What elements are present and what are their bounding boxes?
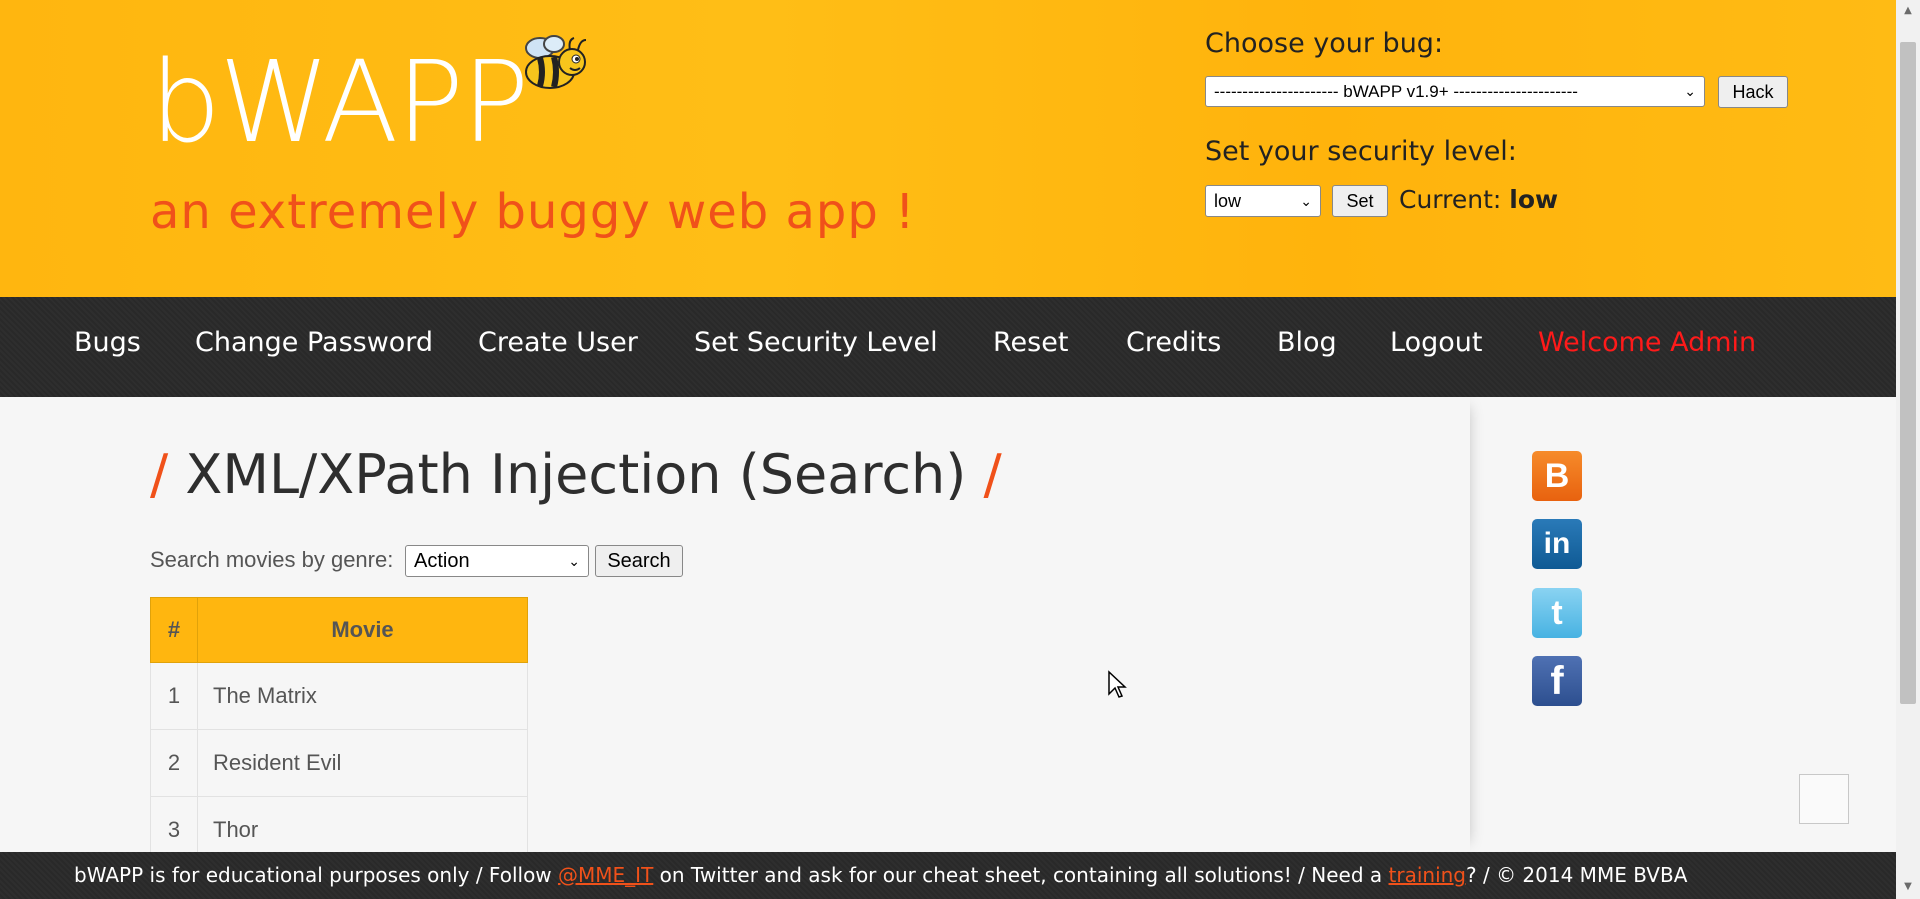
current-label: Current: xyxy=(1399,185,1502,214)
linkedin-icon[interactable]: in xyxy=(1532,519,1582,569)
set-button[interactable]: Set xyxy=(1332,185,1388,217)
chevron-down-icon: ⌄ xyxy=(1684,83,1696,99)
twitter-link[interactable]: @MME_IT xyxy=(558,863,653,887)
bug-select[interactable]: ---------------------- bWAPP v1.9+ -----… xyxy=(1205,76,1705,107)
footer-part1: bWAPP is for educational purposes only /… xyxy=(74,863,559,887)
genre-select-value: Action xyxy=(414,549,470,572)
page-title-text: XML/XPath Injection (Search) xyxy=(185,443,967,506)
chevron-down-icon: ⌄ xyxy=(568,552,580,569)
choose-bug-label: Choose your bug: xyxy=(1205,28,1444,59)
main-nav: Bugs Change Password Create User Set Sec… xyxy=(0,297,1896,397)
nav-create-user[interactable]: Create User xyxy=(478,327,638,358)
scrollbar-thumb[interactable] xyxy=(1900,42,1916,704)
row-movie: Resident Evil xyxy=(197,729,528,797)
title-slash-right: / xyxy=(983,443,1002,506)
nav-credits[interactable]: Credits xyxy=(1126,327,1221,358)
chevron-down-icon: ⌄ xyxy=(1300,192,1312,209)
facebook-icon[interactable]: f xyxy=(1532,656,1582,706)
search-button[interactable]: Search xyxy=(595,545,683,577)
nav-change-password[interactable]: Change Password xyxy=(195,327,433,358)
movie-table: # Movie 1 The Matrix 2 Resident Evil 3 T… xyxy=(150,597,528,864)
table-row: 2 Resident Evil xyxy=(150,729,528,797)
nav-set-security-level[interactable]: Set Security Level xyxy=(694,327,938,358)
twitter-icon[interactable]: t xyxy=(1532,588,1582,638)
page-title: / XML/XPath Injection (Search) / xyxy=(150,443,1002,506)
nav-logout[interactable]: Logout xyxy=(1390,327,1482,358)
vertical-scrollbar[interactable]: ▲ ▼ xyxy=(1896,0,1920,899)
nav-blog[interactable]: Blog xyxy=(1277,327,1337,358)
security-select-value: low xyxy=(1214,190,1242,211)
security-level-select[interactable]: low ⌄ xyxy=(1205,185,1321,217)
bug-select-value: ---------------------- bWAPP v1.9+ -----… xyxy=(1214,81,1578,101)
nav-bugs[interactable]: Bugs xyxy=(74,327,141,358)
broken-image-icon[interactable] xyxy=(1799,774,1849,824)
footer-text: bWAPP is for educational purposes only /… xyxy=(74,863,1687,887)
search-label: Search movies by genre: xyxy=(150,547,394,572)
table-row: 1 The Matrix xyxy=(150,662,528,730)
table-header-row: # Movie xyxy=(150,597,528,663)
training-link[interactable]: training xyxy=(1389,863,1466,887)
hack-button[interactable]: Hack xyxy=(1718,76,1788,108)
row-number: 2 xyxy=(150,729,198,797)
title-slash-left: / xyxy=(150,443,169,506)
security-level-label: Set your security level: xyxy=(1205,136,1517,167)
current-value: low xyxy=(1509,185,1559,214)
welcome-admin: Welcome Admin xyxy=(1538,327,1757,358)
bug-panel: Choose your bug: ---------------------- … xyxy=(1205,28,1825,217)
row-movie: The Matrix xyxy=(197,662,528,730)
current-security: Current: low xyxy=(1399,185,1558,214)
table-header-number: # xyxy=(150,597,198,663)
footer-part3: ? / © 2014 MME BVBA xyxy=(1466,863,1688,887)
tagline: an extremely buggy web app ! xyxy=(150,184,916,240)
mouse-cursor-icon xyxy=(1108,670,1127,698)
footer-part2: on Twitter and ask for our cheat sheet, … xyxy=(653,863,1389,887)
bwapp-logo[interactable]: bWAPP xyxy=(150,38,529,168)
header: bWAPP an extremely buggy web app ! Choos… xyxy=(0,0,1896,297)
main-content: / XML/XPath Injection (Search) / Search … xyxy=(0,397,1470,864)
footer: bWAPP is for educational purposes only /… xyxy=(0,852,1896,899)
nav-reset[interactable]: Reset xyxy=(993,327,1068,358)
bee-icon xyxy=(525,35,587,89)
scroll-down-icon[interactable]: ▼ xyxy=(1900,880,1916,894)
genre-select[interactable]: Action ⌄ xyxy=(405,545,589,577)
table-header-movie: Movie xyxy=(197,597,528,663)
row-number: 1 xyxy=(150,662,198,730)
blogger-icon[interactable]: B xyxy=(1532,451,1582,501)
scroll-up-icon[interactable]: ▲ xyxy=(1900,4,1916,18)
